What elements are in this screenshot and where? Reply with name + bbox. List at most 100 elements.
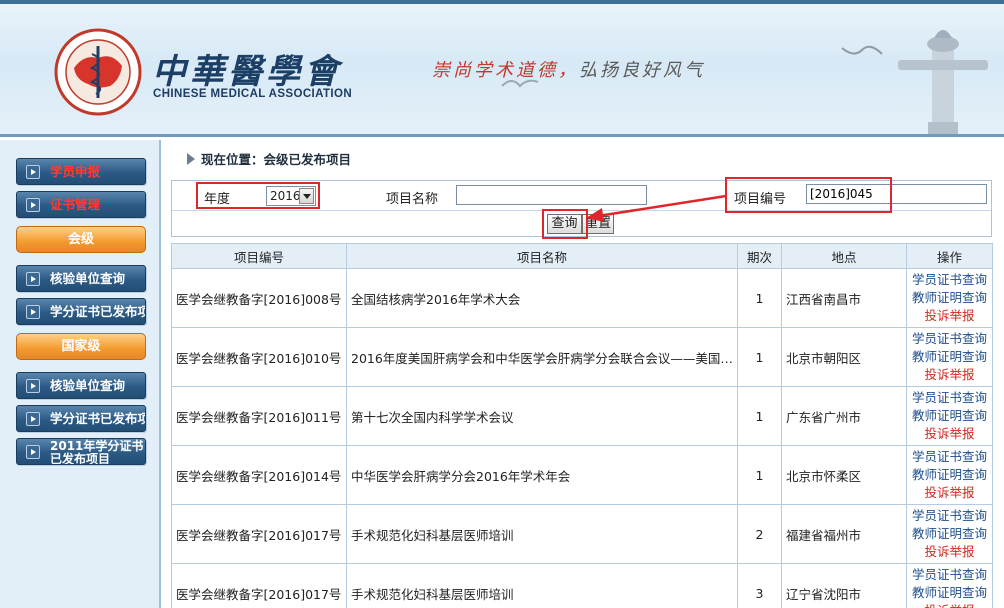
cell-project-name: 2016年度美国肝病学会和中华医学会肝病学分会联合会议——美国肝病学会肝病进展精… <box>346 327 738 387</box>
table-row: 医学会继教备字[2016]010号 2016年度美国肝病学会和中华医学会肝病学分会… <box>171 327 993 387</box>
cell-operations: 学员证书查询教师证明查询投诉举报 <box>906 563 993 608</box>
cell-operations: 学员证书查询教师证明查询投诉举报 <box>906 268 993 328</box>
sidebar-section-label: 国家级 <box>61 339 101 354</box>
header-slogan: 崇尚学术道德，弘扬良好风气 <box>432 56 705 82</box>
student-certificate-link[interactable]: 学员证书查询 <box>908 507 992 525</box>
cell-project-code: 医学会继教备字[2016]014号 <box>171 445 347 505</box>
cell-place: 福建省福州市 <box>781 504 907 564</box>
triangle-icon <box>187 153 195 165</box>
col-header-phase: 期次 <box>737 243 782 269</box>
table-row: 医学会继教备字[2016]017号 手术规范化妇科基层医师培训 2 福建省福州市 学员证… <box>171 504 993 564</box>
cell-project-code: 医学会继教备字[2016]008号 <box>171 268 347 328</box>
bird-icon <box>501 79 539 88</box>
table-row: 医学会继教备字[2016]014号 中华医学会肝病学分会2016年学术年会 1 北京市… <box>171 445 993 505</box>
arrow-icon <box>26 198 40 212</box>
col-header-code: 项目编号 <box>171 243 347 269</box>
report-link[interactable]: 投诉举报 <box>908 366 992 384</box>
project-name-label: 项目名称 <box>386 192 439 207</box>
main-content: 现在位置：会级已发布项目 年度 2016 项目名称 项目编号 查询 重置 <box>163 140 1004 608</box>
sidebar-item-certificate-manage[interactable]: 证书管理 <box>16 191 146 218</box>
logo-chinese-name: 中華醫學會 <box>152 52 342 92</box>
sidebar-item-society-unit-query[interactable]: 核验单位查询 <box>16 265 146 292</box>
sidebar-item-label: 2011年学分证书已发布项目 <box>50 439 144 465</box>
col-header-place: 地点 <box>781 243 907 269</box>
cma-emblem-icon <box>54 28 142 116</box>
breadcrumb: 现在位置：会级已发布项目 <box>187 149 351 168</box>
cell-operations: 学员证书查询教师证明查询投诉举报 <box>906 327 993 387</box>
student-certificate-link[interactable]: 学员证书查询 <box>908 448 992 466</box>
cell-phase: 2 <box>737 504 782 564</box>
student-certificate-link[interactable]: 学员证书查询 <box>908 330 992 348</box>
sidebar-item-society-published[interactable]: 学分证书已发布项目 <box>16 298 146 325</box>
results-table: 项目编号 项目名称 期次 地点 操作 医学会继教备字[2016]008号 全国结核… <box>171 243 993 608</box>
cell-project-code: 医学会继教备字[2016]010号 <box>171 327 347 387</box>
cell-place: 江西省南昌市 <box>781 268 907 328</box>
huabiao-pillar-icon <box>898 30 988 134</box>
sidebar-item-label: 核验单位查询 <box>50 378 126 393</box>
sidebar-section-society-level: 会级 <box>16 226 146 253</box>
sidebar-item-label: 学分证书已发布项目 <box>50 411 145 426</box>
sidebar-item-2011-published[interactable]: 2011年学分证书已发布项目 <box>16 438 146 465</box>
cell-phase: 1 <box>737 386 782 446</box>
student-certificate-link[interactable]: 学员证书查询 <box>908 566 992 584</box>
teacher-proof-link[interactable]: 教师证明查询 <box>908 407 992 425</box>
arrow-icon <box>26 445 40 459</box>
arrow-icon <box>26 165 40 179</box>
table-header-row: 项目编号 项目名称 期次 地点 操作 <box>171 243 993 269</box>
teacher-proof-link[interactable]: 教师证明查询 <box>908 348 992 366</box>
sidebar-item-label: 证书管理 <box>50 197 101 212</box>
sidebar-item-national-published[interactable]: 学分证书已发布项目 <box>16 405 146 432</box>
sidebar-item-label: 核验单位查询 <box>50 271 126 286</box>
red-arrow-icon <box>586 194 727 222</box>
cell-project-code: 医学会继教备字[2016]011号 <box>171 386 347 446</box>
sidebar-section-label: 会级 <box>67 232 94 247</box>
report-link[interactable]: 投诉举报 <box>908 543 992 561</box>
student-certificate-link[interactable]: 学员证书查询 <box>908 389 992 407</box>
table-row: 医学会继教备字[2016]008号 全国结核病学2016年学术大会 1 江西省南昌市学… <box>171 268 993 328</box>
breadcrumb-text: 现在位置：会级已发布项目 <box>201 152 352 167</box>
cell-place: 辽宁省沈阳市 <box>781 563 907 608</box>
site-header: 中華醫學會 CHINESE MEDICAL ASSOCIATION 崇尚学术道德… <box>0 0 1004 137</box>
table-row: 医学会继教备字[2016]011号 第十七次全国内科学学术会议 1 广东省广州市 学员证… <box>171 386 993 446</box>
report-link[interactable]: 投诉举报 <box>908 484 992 502</box>
cell-project-name: 中华医学会肝病学分会2016年学术年会 <box>346 445 738 505</box>
teacher-proof-link[interactable]: 教师证明查询 <box>908 584 992 602</box>
arrow-icon <box>26 305 40 319</box>
cell-place: 北京市朝阳区 <box>781 327 907 387</box>
year-highlight-box <box>196 182 320 209</box>
sidebar-item-student-apply[interactable]: 学员申报 <box>16 158 146 185</box>
sidebar-item-national-unit-query[interactable]: 核验单位查询 <box>16 372 146 399</box>
teacher-proof-link[interactable]: 教师证明查询 <box>908 466 992 484</box>
sidebar-item-label: 学分证书已发布项目 <box>50 304 145 319</box>
cell-project-code: 医学会继教备字[2016]017号 <box>171 504 347 564</box>
code-highlight-box <box>725 177 892 213</box>
teacher-proof-link[interactable]: 教师证明查询 <box>908 525 992 543</box>
cell-operations: 学员证书查询教师证明查询投诉举报 <box>906 445 993 505</box>
sidebar-item-label: 学员申报 <box>50 164 101 179</box>
cell-place: 北京市怀柔区 <box>781 445 907 505</box>
cell-phase: 1 <box>737 327 782 387</box>
cell-phase: 1 <box>737 445 782 505</box>
bird-icon <box>841 45 883 55</box>
slogan-part-2: 弘扬良好风气 <box>579 60 705 81</box>
cell-operations: 学员证书查询教师证明查询投诉举报 <box>906 504 993 564</box>
cell-phase: 3 <box>737 563 782 608</box>
col-header-ops: 操作 <box>906 243 993 269</box>
arrow-icon <box>26 272 40 286</box>
cell-project-name: 手术规范化妇科基层医师培训 <box>346 563 738 608</box>
report-link[interactable]: 投诉举报 <box>908 307 992 325</box>
logo-english-name: CHINESE MEDICAL ASSOCIATION <box>153 88 353 100</box>
report-link[interactable]: 投诉举报 <box>908 602 992 608</box>
cell-project-name: 全国结核病学2016年学术大会 <box>346 268 738 328</box>
cell-project-name: 第十七次全国内科学学术会议 <box>346 386 738 446</box>
sidebar-section-national-level: 国家级 <box>16 333 146 360</box>
student-certificate-link[interactable]: 学员证书查询 <box>908 271 992 289</box>
cell-operations: 学员证书查询教师证明查询投诉举报 <box>906 386 993 446</box>
table-row: 医学会继教备字[2016]017号 手术规范化妇科基层医师培训 3 辽宁省沈阳市 学员证… <box>171 563 993 608</box>
col-header-name: 项目名称 <box>346 243 738 269</box>
report-link[interactable]: 投诉举报 <box>908 425 992 443</box>
teacher-proof-link[interactable]: 教师证明查询 <box>908 289 992 307</box>
cell-phase: 1 <box>737 268 782 328</box>
left-sidebar: 学员申报 证书管理 会级 核验单位查询 学分证书已发布项目 国家级 核验单位查询… <box>0 140 161 608</box>
cell-place: 广东省广州市 <box>781 386 907 446</box>
